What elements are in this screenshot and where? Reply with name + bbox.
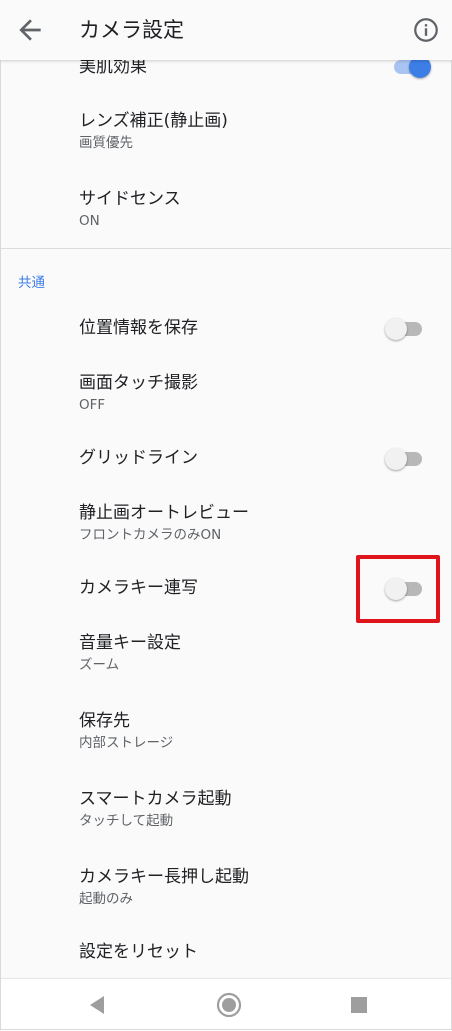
- nav-recents-square-icon[interactable]: [351, 997, 367, 1013]
- setting-smart-camera-launch[interactable]: スマートカメラ起動 タッチして起動: [0, 778, 452, 842]
- highlight-annotation: [356, 555, 440, 623]
- setting-reset[interactable]: 設定をリセット: [0, 932, 452, 978]
- nav-back-button[interactable]: [89, 995, 105, 1015]
- setting-lens-correction[interactable]: レンズ補正(静止画) 画質優先: [0, 100, 452, 164]
- setting-title: 音量キー設定: [79, 633, 181, 653]
- setting-title: グリッドライン: [79, 448, 198, 468]
- app-bar: カメラ設定: [0, 0, 452, 60]
- setting-volume-key[interactable]: 音量キー設定 ズーム: [0, 622, 452, 686]
- setting-title: カメラキー長押し起動: [79, 867, 249, 887]
- info-button[interactable]: [412, 16, 440, 44]
- setting-save-location[interactable]: 位置情報を保存: [0, 304, 452, 354]
- setting-subtitle: ズーム: [79, 657, 120, 673]
- setting-camera-key-long-press[interactable]: カメラキー長押し起動 起動のみ: [0, 856, 452, 920]
- setting-subtitle: 起動のみ: [79, 891, 133, 907]
- setting-title: スマートカメラ起動: [79, 789, 232, 809]
- nav-back-triangle-icon: [90, 996, 104, 1014]
- setting-subtitle: OFF: [79, 397, 106, 413]
- setting-auto-review[interactable]: 静止画オートレビュー フロントカメラのみON: [0, 492, 452, 556]
- system-navigation-bar: [0, 978, 452, 1031]
- setting-subtitle: ON: [79, 213, 100, 229]
- setting-storage[interactable]: 保存先 内部ストレージ: [0, 700, 452, 764]
- setting-title: 位置情報を保存: [79, 318, 198, 338]
- setting-subtitle: 内部ストレージ: [79, 735, 174, 751]
- toggle-thumb: [385, 318, 407, 340]
- nav-home-circle-icon: [216, 992, 242, 1018]
- info-icon: [414, 18, 438, 42]
- back-button[interactable]: [14, 14, 46, 46]
- setting-side-sense[interactable]: サイドセンス ON: [0, 178, 452, 242]
- setting-title: 保存先: [79, 711, 130, 731]
- section-divider: [0, 248, 452, 249]
- setting-title: 設定をリセット: [79, 942, 198, 962]
- toggle-thumb: [385, 448, 407, 470]
- setting-title: 画面タッチ撮影: [79, 373, 198, 393]
- nav-home-button[interactable]: [216, 992, 242, 1018]
- setting-touch-capture[interactable]: 画面タッチ撮影 OFF: [0, 362, 452, 426]
- page-title: カメラ設定: [79, 18, 184, 42]
- setting-title: サイドセンス: [79, 189, 181, 209]
- grid-lines-toggle[interactable]: [385, 447, 424, 471]
- save-location-toggle[interactable]: [385, 317, 424, 341]
- arrow-back-icon: [19, 19, 41, 41]
- settings-list: 美肌効果 レンズ補正(静止画) 画質優先 サイドセンス ON 共通 位置情報を保…: [0, 0, 452, 978]
- setting-subtitle: タッチして起動: [79, 813, 174, 829]
- setting-title: レンズ補正(静止画): [79, 111, 228, 131]
- setting-subtitle: 画質優先: [79, 135, 133, 151]
- section-header-common: 共通: [18, 275, 45, 291]
- setting-title: 静止画オートレビュー: [79, 503, 249, 523]
- setting-subtitle: フロントカメラのみON: [79, 527, 222, 543]
- setting-grid-lines[interactable]: グリッドライン: [0, 434, 452, 484]
- setting-title: カメラキー連写: [79, 578, 198, 598]
